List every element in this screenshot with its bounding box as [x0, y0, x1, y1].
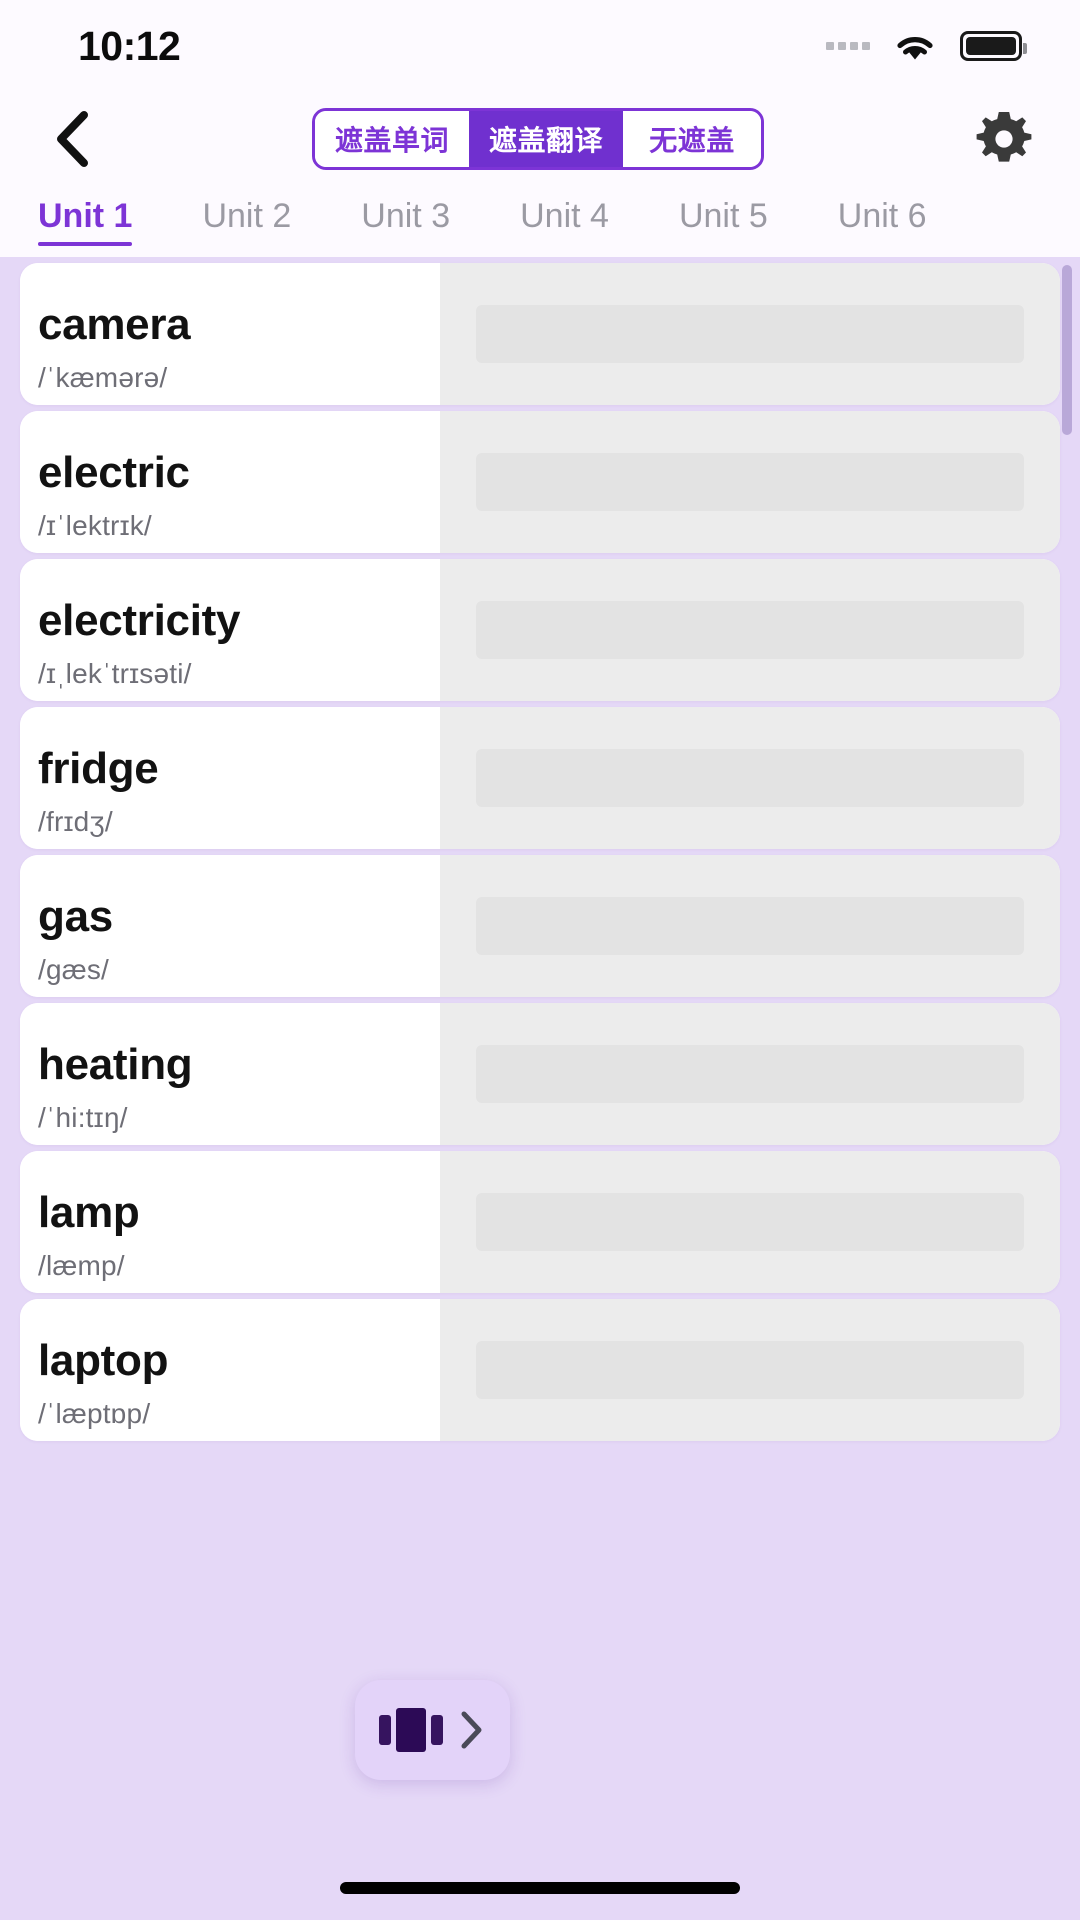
word-text: electric [38, 447, 190, 497]
translation-mask[interactable] [440, 1299, 1060, 1441]
translation-mask[interactable] [440, 1003, 1060, 1145]
signal-dots-icon [826, 42, 870, 50]
tab-unit-6[interactable]: Unit 6 [838, 197, 927, 246]
home-indicator [340, 1882, 740, 1894]
segment-no-mask[interactable]: 无遮盖 [623, 110, 762, 167]
segment-mask-translation[interactable]: 遮盖翻译 [469, 110, 624, 167]
back-button[interactable] [38, 104, 108, 174]
phonetic-text: /frɪdʒ/ [38, 806, 113, 838]
word-card[interactable]: lamp /læmp/ [20, 1151, 1060, 1293]
translation-mask[interactable] [440, 263, 1060, 405]
phonetic-text: /læmp/ [38, 1250, 125, 1282]
word-card-text: electricity /ɪˌlekˈtrɪsəti/ [20, 559, 440, 701]
status-bar: 10:12 [0, 0, 1080, 92]
tab-unit-2[interactable]: Unit 2 [202, 197, 291, 246]
mask-placeholder-bar [476, 601, 1024, 659]
scrollbar[interactable] [1062, 257, 1072, 1920]
word-card[interactable]: gas /gæs/ [20, 855, 1060, 997]
word-card[interactable]: laptop /ˈlæptɒp/ [20, 1299, 1060, 1441]
mask-placeholder-bar [476, 897, 1024, 955]
card-carousel-icon [378, 1708, 443, 1752]
word-card[interactable]: camera /ˈkæmərə/ [20, 263, 1060, 405]
phonetic-text: /ɪˌlekˈtrɪsəti/ [38, 658, 192, 690]
app-header: 遮盖单词 遮盖翻译 无遮盖 [0, 92, 1080, 185]
tab-unit-4[interactable]: Unit 4 [520, 197, 609, 246]
word-text: lamp [38, 1187, 140, 1237]
word-card-text: heating /ˈhi:tɪŋ/ [20, 1003, 440, 1145]
translation-mask[interactable] [440, 559, 1060, 701]
battery-icon [960, 31, 1027, 61]
carousel-mode-button[interactable] [355, 1680, 510, 1780]
word-card-text: lamp /læmp/ [20, 1151, 440, 1293]
word-text: gas [38, 891, 113, 941]
word-card[interactable]: heating /ˈhi:tɪŋ/ [20, 1003, 1060, 1145]
chevron-right-icon [461, 1711, 481, 1749]
word-card[interactable]: electricity /ɪˌlekˈtrɪsəti/ [20, 559, 1060, 701]
phonetic-text: /ˈhi:tɪŋ/ [38, 1102, 128, 1134]
phonetic-text: /gæs/ [38, 954, 110, 986]
scrollbar-thumb[interactable] [1062, 265, 1072, 435]
word-card-text: fridge /frɪdʒ/ [20, 707, 440, 849]
mask-mode-segmented-control[interactable]: 遮盖单词 遮盖翻译 无遮盖 [311, 107, 765, 170]
status-bar-time: 10:12 [78, 22, 181, 69]
translation-mask[interactable] [440, 1151, 1060, 1293]
mask-placeholder-bar [476, 749, 1024, 807]
phonetic-text: /ˈlæptɒp/ [38, 1398, 151, 1430]
word-text: fridge [38, 743, 159, 793]
word-card[interactable]: fridge /frɪdʒ/ [20, 707, 1060, 849]
mask-placeholder-bar [476, 453, 1024, 511]
word-text: camera [38, 299, 191, 349]
word-card[interactable]: electric /ɪˈlektrɪk/ [20, 411, 1060, 553]
mask-placeholder-bar [476, 1193, 1024, 1251]
word-text: heating [38, 1039, 193, 1089]
word-card-text: laptop /ˈlæptɒp/ [20, 1299, 440, 1441]
phonetic-text: /ɪˈlektrɪk/ [38, 510, 152, 542]
gear-icon [976, 111, 1032, 162]
phone-screen: 10:12 遮盖单词 遮盖翻译 无遮盖 Unit 1 Unit 2 Unit 3… [0, 0, 1080, 1920]
tab-unit-3[interactable]: Unit 3 [361, 197, 450, 246]
word-text: laptop [38, 1335, 169, 1385]
translation-mask[interactable] [440, 707, 1060, 849]
tab-unit-1[interactable]: Unit 1 [38, 197, 133, 246]
status-bar-indicators [826, 29, 1027, 63]
phonetic-text: /ˈkæmərə/ [38, 362, 168, 394]
tab-unit-5[interactable]: Unit 5 [679, 197, 768, 246]
word-card-text: electric /ɪˈlektrɪk/ [20, 411, 440, 553]
segment-mask-word[interactable]: 遮盖单词 [314, 110, 469, 167]
translation-mask[interactable] [440, 855, 1060, 997]
translation-mask[interactable] [440, 411, 1060, 553]
unit-tab-bar[interactable]: Unit 1 Unit 2 Unit 3 Unit 4 Unit 5 Unit … [0, 185, 1080, 257]
word-list: camera /ˈkæmərə/ electric /ɪˈlektrɪk/ el… [0, 257, 1080, 1441]
word-card-text: camera /ˈkæmərə/ [20, 263, 440, 405]
word-list-scroll-area[interactable]: camera /ˈkæmərə/ electric /ɪˈlektrɪk/ el… [0, 257, 1080, 1920]
word-text: electricity [38, 595, 241, 645]
wifi-icon [892, 29, 938, 63]
mask-placeholder-bar [476, 1341, 1024, 1399]
mask-placeholder-bar [476, 1045, 1024, 1103]
word-card-text: gas /gæs/ [20, 855, 440, 997]
mask-placeholder-bar [476, 305, 1024, 363]
settings-button[interactable] [968, 103, 1040, 175]
